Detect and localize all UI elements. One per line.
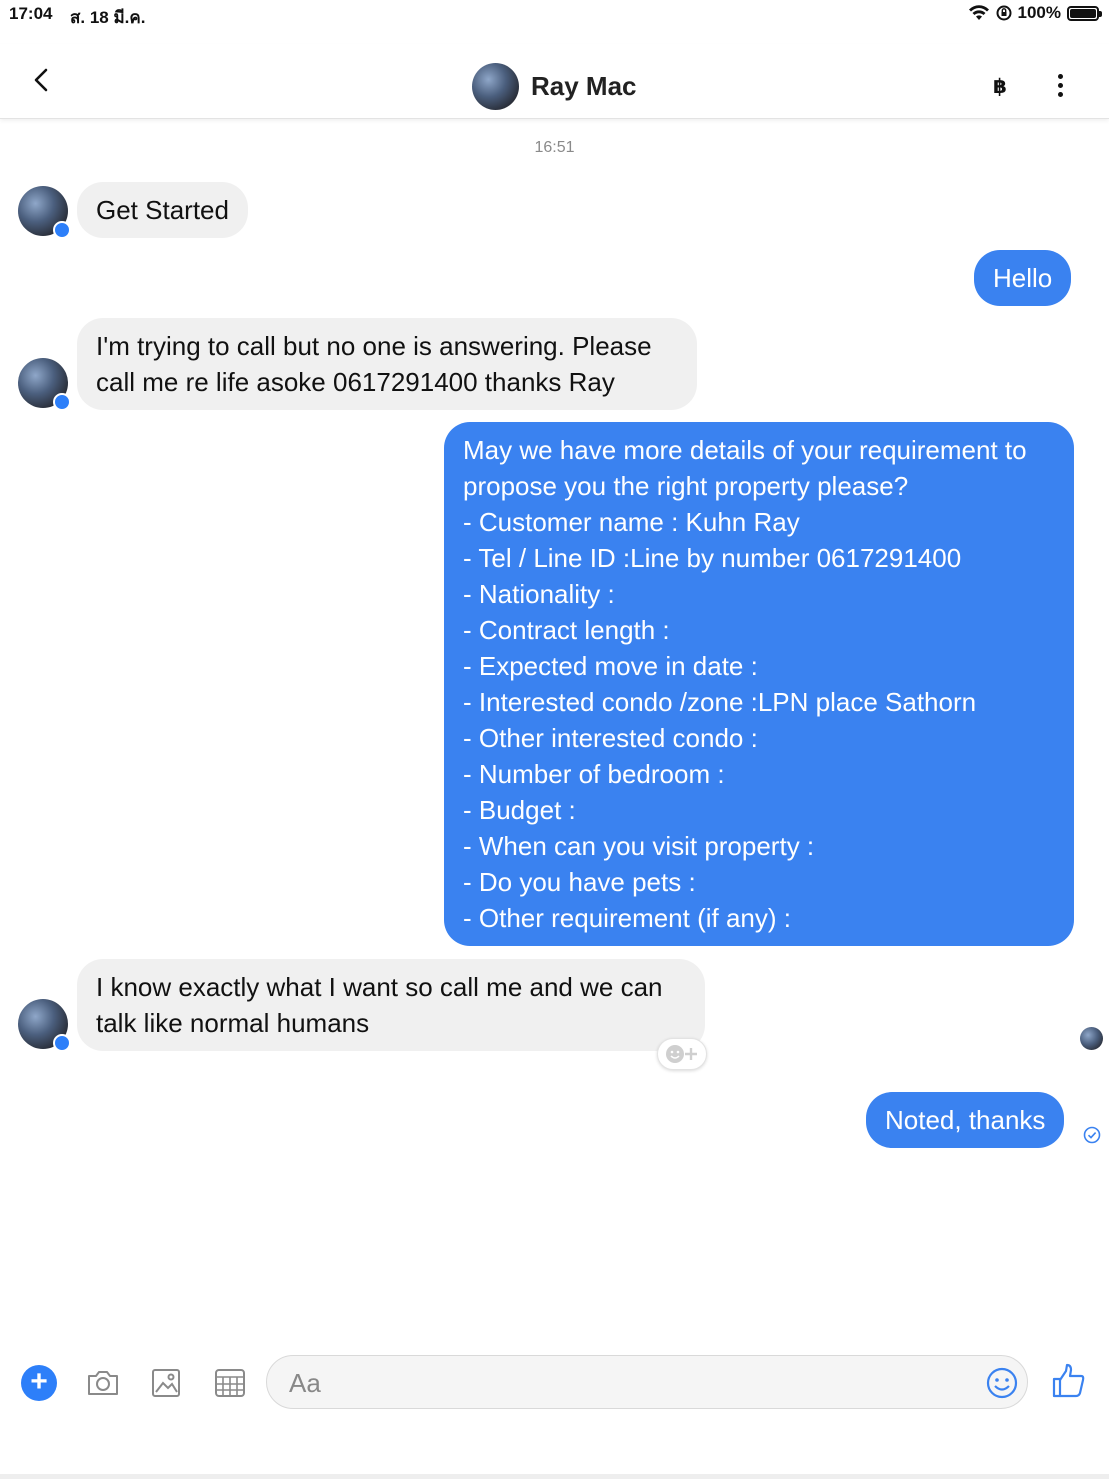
status-right: 100% <box>968 3 1102 23</box>
home-indicator <box>0 1474 1109 1479</box>
sender-avatar[interactable] <box>18 358 71 411</box>
message-input-container[interactable] <box>266 1355 1028 1409</box>
emoji-icon[interactable] <box>985 1366 1019 1400</box>
message-timestamp: 16:51 <box>534 139 575 156</box>
outgoing-message[interactable]: Noted, thanks <box>866 1092 1065 1148</box>
seen-avatar <box>1080 1027 1103 1050</box>
message-composer: + <box>0 1340 1109 1425</box>
like-icon[interactable] <box>1050 1362 1086 1400</box>
sent-check-icon <box>1083 1126 1101 1144</box>
messenger-badge-icon <box>53 393 71 411</box>
wifi-icon <box>968 5 989 20</box>
status-date: ส. 18 มี.ค. <box>70 8 146 27</box>
message-input[interactable] <box>287 1366 971 1400</box>
incoming-message[interactable]: I'm trying to call but no one is answeri… <box>77 318 697 410</box>
battery-percent: 100% <box>1017 3 1061 22</box>
conversation-header: Ray Mac ฿ <box>0 44 1109 119</box>
status-time: 17:04 <box>9 4 53 23</box>
contact-name[interactable]: Ray Mac <box>531 71 637 102</box>
sender-avatar[interactable] <box>18 186 71 239</box>
more-options-icon[interactable] <box>1058 74 1063 101</box>
incoming-message[interactable]: Get Started <box>77 182 248 238</box>
messenger-badge-icon <box>53 1034 71 1052</box>
sticker-icon[interactable] <box>212 1365 248 1401</box>
orientation-lock-icon <box>996 5 1012 21</box>
messenger-badge-icon <box>53 221 71 239</box>
status-bar: 17:04 ส. 18 มี.ค. 100% <box>0 0 1109 30</box>
gallery-icon[interactable] <box>148 1365 184 1401</box>
contact-avatar[interactable] <box>472 63 519 110</box>
outgoing-message[interactable]: May we have more details of your require… <box>444 422 1074 946</box>
contact-title[interactable]: Ray Mac <box>472 63 637 110</box>
payment-icon[interactable]: ฿ <box>993 74 1007 99</box>
back-arrow-icon[interactable] <box>28 66 56 94</box>
add-reaction-button[interactable] <box>657 1038 707 1070</box>
plus-icon[interactable]: + <box>21 1365 57 1401</box>
incoming-message[interactable]: I know exactly what I want so call me an… <box>77 959 705 1051</box>
camera-icon[interactable] <box>85 1365 121 1401</box>
reaction-smiley-icon <box>666 1045 697 1063</box>
sender-avatar[interactable] <box>18 999 71 1052</box>
outgoing-message[interactable]: Hello <box>974 250 1072 306</box>
battery-icon <box>1067 5 1102 21</box>
